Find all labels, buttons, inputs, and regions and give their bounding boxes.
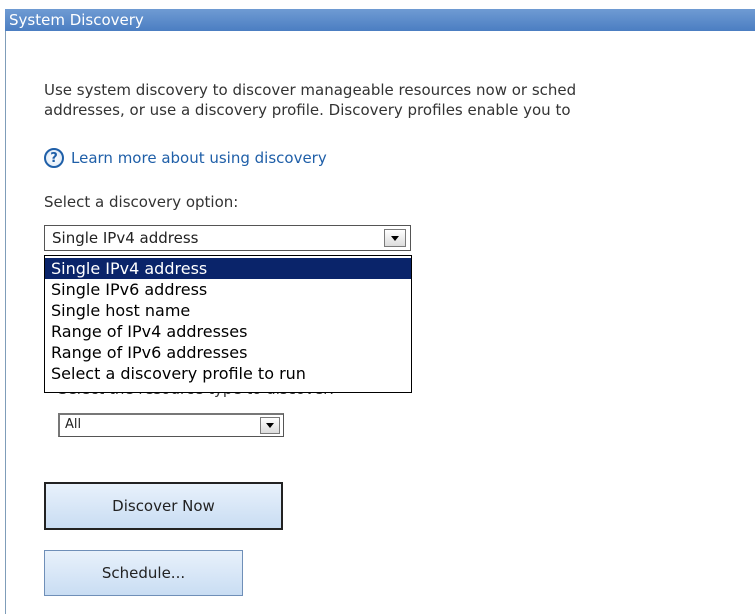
dropdown-arrow-button[interactable] (384, 229, 406, 247)
discovery-option-value: Single IPv4 address (52, 229, 199, 247)
discovery-option-list[interactable]: Single IPv4 address Single IPv6 address … (44, 255, 412, 393)
discovery-option-select[interactable]: Single IPv4 address (44, 225, 411, 251)
option-single-ipv6[interactable]: Single IPv6 address (45, 279, 411, 300)
schedule-button[interactable]: Schedule... (44, 550, 243, 596)
option-single-host-name[interactable]: Single host name (45, 300, 411, 321)
description: Use system discovery to discover managea… (44, 80, 755, 120)
chevron-down-icon (391, 235, 399, 241)
discovery-option-label: Select a discovery option: (44, 193, 239, 211)
help-row: ? Learn more about using discovery (44, 146, 327, 170)
learn-more-link[interactable]: Learn more about using discovery (71, 149, 327, 167)
dropdown-arrow-button[interactable] (260, 417, 280, 434)
resource-type-value: All (65, 417, 82, 432)
question-circle-icon[interactable]: ? (44, 148, 64, 168)
resource-type-select[interactable]: All (58, 413, 284, 437)
option-single-ipv4[interactable]: Single IPv4 address (45, 258, 411, 279)
description-line-2: addresses, or use a discovery profile. D… (44, 101, 571, 119)
option-range-ipv6[interactable]: Range of IPv6 addresses (45, 342, 411, 363)
panel-title: System Discovery (5, 9, 755, 31)
discover-now-button[interactable]: Discover Now (44, 482, 283, 530)
description-line-1: Use system discovery to discover managea… (44, 81, 577, 99)
option-range-ipv4[interactable]: Range of IPv4 addresses (45, 321, 411, 342)
option-discovery-profile[interactable]: Select a discovery profile to run (45, 363, 411, 384)
chevron-down-icon (266, 423, 274, 428)
